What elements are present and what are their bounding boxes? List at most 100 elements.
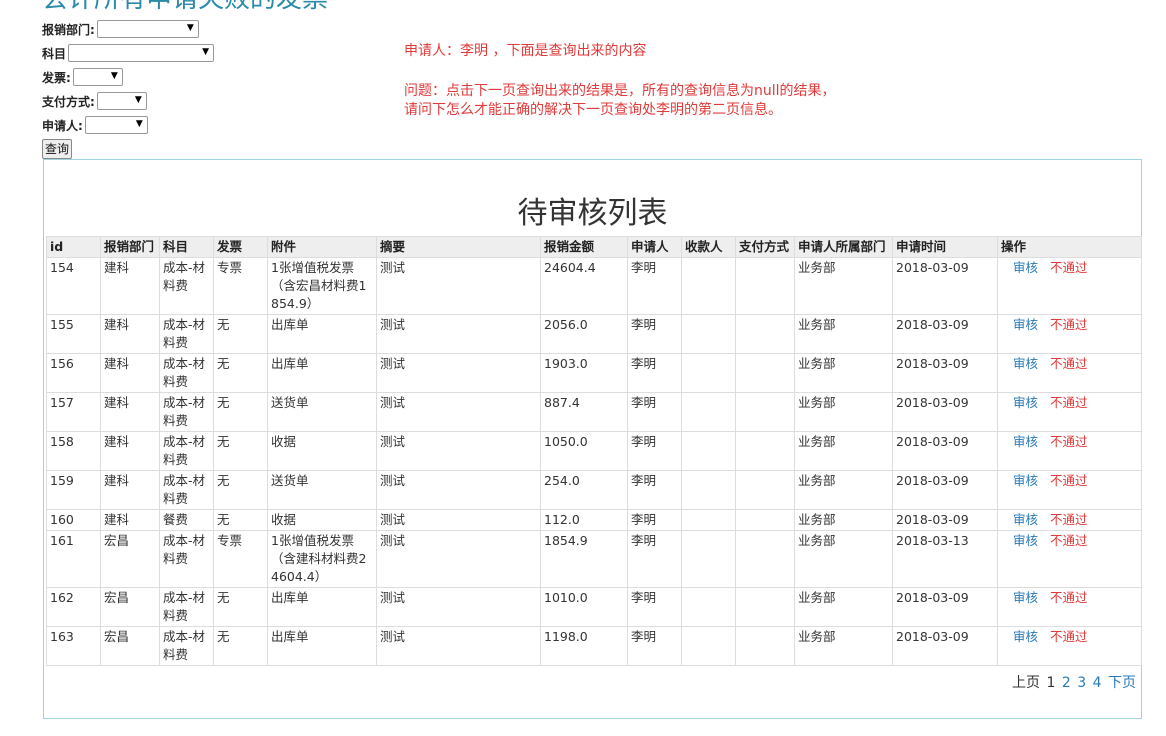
reject-link[interactable]: 不通过 — [1050, 629, 1088, 644]
page-link[interactable]: 3 — [1077, 675, 1086, 691]
approve-link[interactable]: 审核 — [1013, 260, 1038, 275]
cell-summary: 测试 — [376, 530, 541, 588]
approve-link[interactable]: 审核 — [1013, 473, 1038, 488]
cell-attachment: 出库单 — [267, 587, 377, 627]
cell-dept: 宏昌 — [100, 530, 160, 588]
cell-payee — [681, 314, 736, 354]
column-header: 科目 — [159, 236, 214, 258]
approve-link[interactable]: 审核 — [1013, 356, 1038, 371]
column-header: id — [46, 236, 101, 258]
approve-link[interactable]: 审核 — [1013, 512, 1038, 527]
cell-subject: 餐费 — [159, 509, 214, 531]
cell-amount: 1854.9 — [540, 530, 628, 588]
cell-id: 160 — [46, 509, 101, 531]
cell-applicant: 李明 — [627, 431, 682, 471]
reject-link[interactable]: 不通过 — [1050, 512, 1088, 527]
chevron-down-icon: ▼ — [110, 71, 118, 81]
column-header: 报销金额 — [540, 236, 628, 258]
cell-payment — [735, 257, 795, 315]
cell-subject: 成本-材料费 — [159, 431, 214, 471]
cell-summary: 测试 — [376, 353, 541, 393]
page-current: 1 — [1046, 675, 1056, 691]
reject-link[interactable]: 不通过 — [1050, 533, 1088, 548]
cell-id: 156 — [46, 353, 101, 393]
cell-id: 154 — [46, 257, 101, 315]
approve-link[interactable]: 审核 — [1013, 317, 1038, 332]
subject-select[interactable]: ▼ — [68, 44, 215, 62]
column-header: 支付方式 — [735, 236, 795, 258]
reject-link[interactable]: 不通过 — [1050, 260, 1088, 275]
next-page-link[interactable]: 下页 — [1108, 675, 1136, 691]
reject-link[interactable]: 不通过 — [1050, 395, 1088, 410]
payment-select[interactable]: ▼ — [96, 92, 147, 110]
cell-id: 159 — [46, 470, 101, 510]
cell-payee — [681, 530, 736, 588]
cell-applicant: 李明 — [627, 470, 682, 510]
approve-link[interactable]: 审核 — [1013, 395, 1038, 410]
approve-link[interactable]: 审核 — [1013, 590, 1038, 605]
cell-amount: 1010.0 — [540, 587, 628, 627]
cell-amount: 254.0 — [540, 470, 628, 510]
cell-invoice: 无 — [213, 353, 268, 393]
table-row: 156 建科 成本-材料费无出库单 测试 1903.0 李明 业务部 2018-03-09 审核… — [46, 353, 1142, 393]
page-link[interactable]: 4 — [1093, 675, 1102, 691]
query-button[interactable]: 查询 — [42, 139, 73, 159]
cell-applicant-dept: 业务部 — [794, 530, 893, 588]
cell-applicant-dept: 业务部 — [794, 587, 893, 627]
applicant-select[interactable]: ▼ — [84, 116, 148, 134]
cell-id: 157 — [46, 392, 101, 432]
chevron-down-icon: ▼ — [134, 95, 142, 105]
cell-attachment: 出库单 — [267, 353, 377, 393]
cell-invoice: 无 — [213, 626, 268, 666]
cell-attachment: 送货单 — [267, 470, 377, 510]
table-row: 157 建科 成本-材料费无送货单 测试 887.4 李明 业务部 2018-03-09 审核不… — [46, 392, 1142, 432]
reject-link[interactable]: 不通过 — [1050, 356, 1088, 371]
approve-link[interactable]: 审核 — [1013, 629, 1038, 644]
cell-amount: 2056.0 — [540, 314, 628, 354]
cell-id: 162 — [46, 587, 101, 627]
column-header: 申请时间 — [892, 236, 998, 258]
cell-subject: 成本-材料费 — [159, 530, 214, 588]
invoice-select[interactable]: ▼ — [72, 68, 123, 86]
approve-link[interactable]: 审核 — [1013, 533, 1038, 548]
filter-row-applicant: 申请人: ▼ — [42, 113, 214, 137]
cell-dept: 宏昌 — [100, 587, 160, 627]
cell-subject: 成本-材料费 — [159, 587, 214, 627]
cell-amount: 112.0 — [540, 509, 628, 531]
column-header: 摘要 — [376, 236, 541, 258]
cell-date: 2018-03-09 — [892, 509, 998, 531]
table-row: 161 宏昌 成本-材料费 专票 1张增值税发票（含建科材料费24604.4） 测试 185… — [46, 530, 1142, 588]
reject-link[interactable]: 不通过 — [1050, 473, 1088, 488]
cell-invoice: 无 — [213, 431, 268, 471]
table-row: 154 建科 成本-材料费 专票 1张增值税发票（含宏昌材料费1854.9） 测试 2460… — [46, 257, 1142, 315]
cell-amount: 1050.0 — [540, 431, 628, 471]
approve-link[interactable]: 审核 — [1013, 434, 1038, 449]
cell-dept: 建科 — [100, 314, 160, 354]
applicant-note: 申请人：李明 ，下面是查询出来的内容 — [404, 43, 647, 59]
cell-summary: 测试 — [376, 626, 541, 666]
dept-select[interactable]: ▼ — [96, 20, 199, 38]
page-link[interactable]: 2 — [1062, 675, 1071, 691]
cell-payment — [735, 314, 795, 354]
reject-link[interactable]: 不通过 — [1050, 317, 1088, 332]
cell-subject: 成本-材料费 — [159, 626, 214, 666]
table-title: 待审核列表 — [517, 196, 668, 231]
cell-subject: 成本-材料费 — [159, 257, 214, 315]
cell-id: 163 — [46, 626, 101, 666]
table-row: 158 建科 成本-材料费无收据 测试 1050.0 李明 业务部 2018-03-09 审核不… — [46, 431, 1142, 471]
table-row: 160 建科 餐费无收据 测试 112.0 李明 业务部 2018-03-09 审核 不通过 — [46, 509, 1142, 531]
cell-applicant: 李明 — [627, 353, 682, 393]
filter-label: 科目 — [42, 46, 67, 61]
cell-applicant-dept: 业务部 — [794, 431, 893, 471]
cell-actions: 审核 不通过 — [997, 257, 1142, 315]
pending-review-panel: 待审核列表 id 报销部门 科目 发票 附件 摘要 报销金额 申请人 收款人 支… — [43, 159, 1142, 719]
column-header: 操作 — [997, 236, 1142, 258]
page-heading: 会计所有申请失败的发票 — [42, 0, 328, 15]
cell-date: 2018-03-09 — [892, 257, 998, 315]
cell-payee — [681, 626, 736, 666]
reject-link[interactable]: 不通过 — [1050, 434, 1088, 449]
reject-link[interactable]: 不通过 — [1050, 590, 1088, 605]
filter-row-invoice: 发票: ▼ — [42, 65, 214, 89]
cell-applicant-dept: 业务部 — [794, 257, 893, 315]
cell-invoice: 无 — [213, 470, 268, 510]
